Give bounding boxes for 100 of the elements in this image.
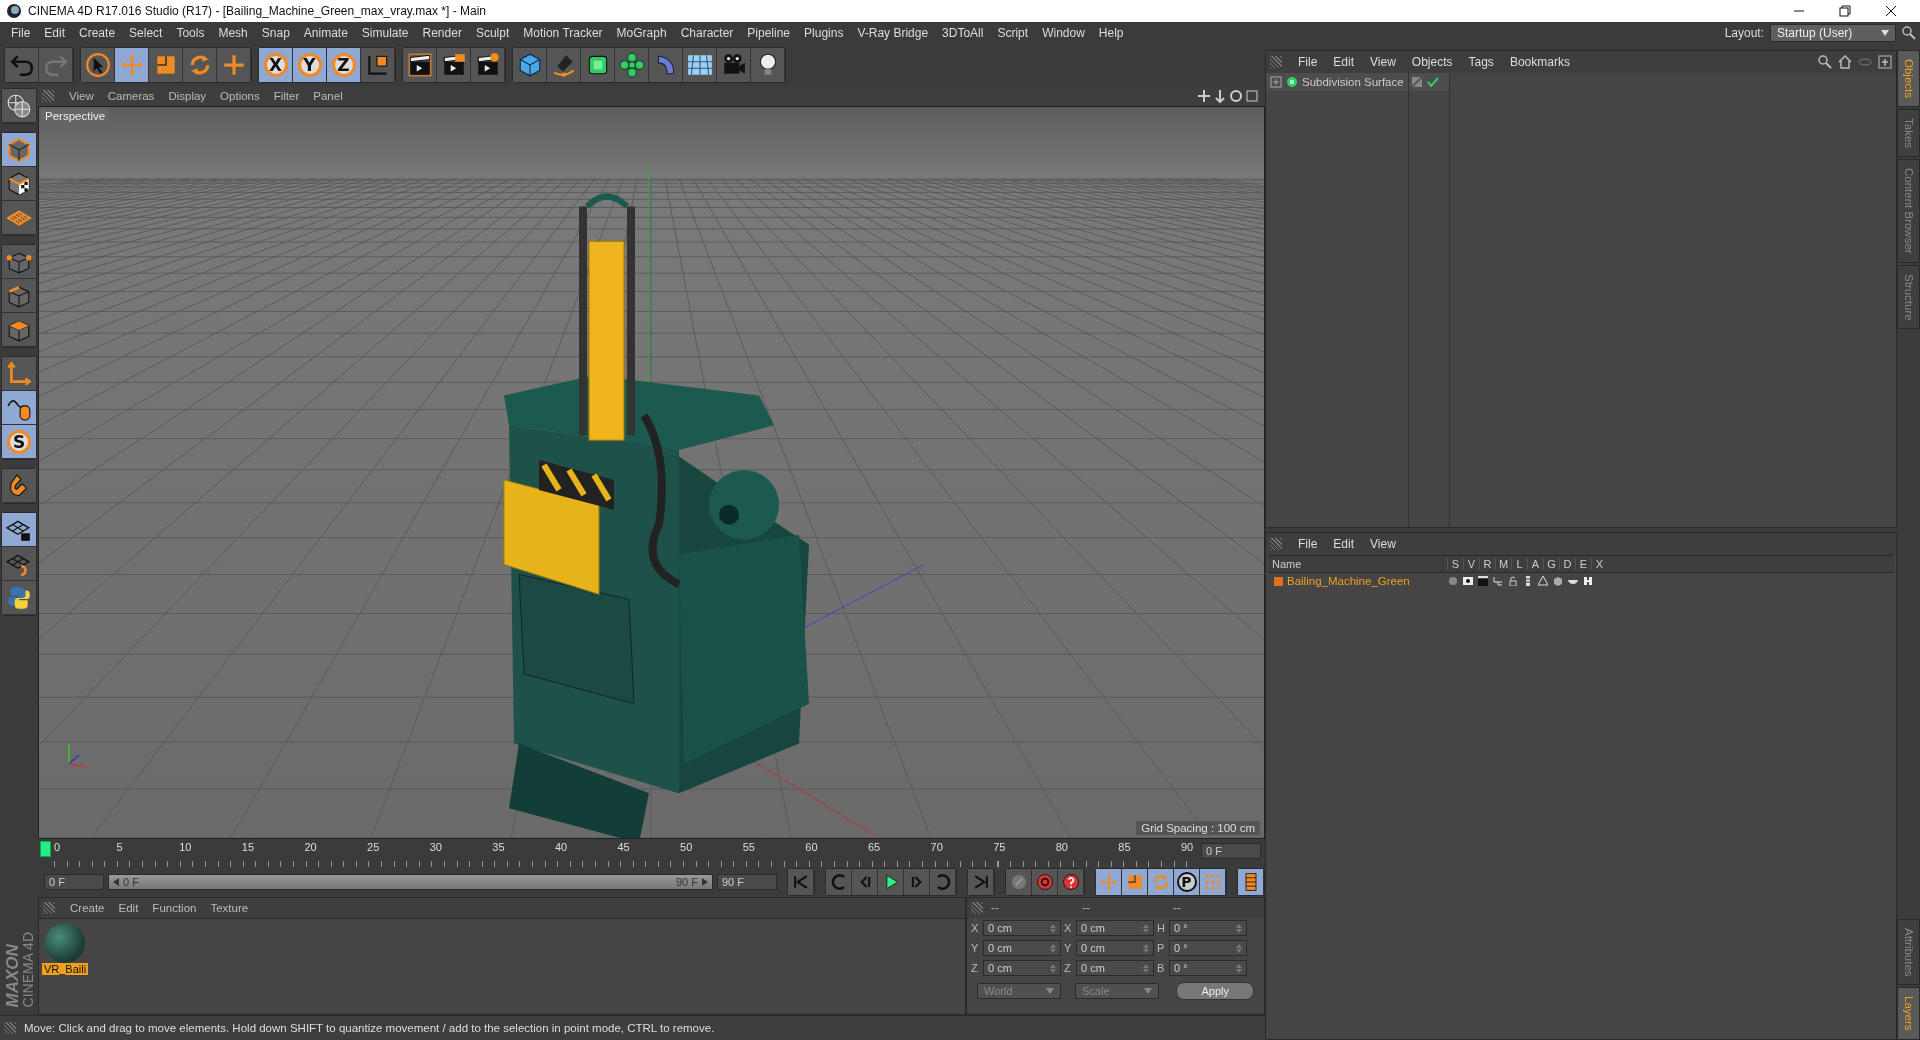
column-header[interactable]: G (1543, 558, 1559, 570)
model-mode-button[interactable] (2, 89, 36, 123)
generator-icon[interactable] (1537, 576, 1548, 586)
menu-item[interactable]: Help (1091, 26, 1131, 40)
auto-key-button[interactable] (1058, 869, 1084, 895)
play-button[interactable] (878, 869, 904, 895)
rotation-field[interactable]: 0 ° (1169, 920, 1247, 936)
maximize-view-icon[interactable] (1245, 89, 1259, 103)
scale-field[interactable]: 0 cm (1076, 940, 1154, 956)
column-header[interactable]: L (1511, 558, 1527, 570)
layers-menu-item[interactable]: File (1290, 537, 1326, 551)
menu-item[interactable]: V-Ray Bridge (850, 26, 936, 40)
rotation-field[interactable]: 0 ° (1169, 960, 1247, 976)
rotation-field[interactable]: 0 ° (1169, 940, 1247, 956)
edges-mode-button[interactable] (2, 279, 36, 313)
menu-item[interactable]: Edit (37, 26, 73, 40)
material-menu-item[interactable]: Edit (111, 902, 146, 914)
column-header[interactable]: V (1463, 558, 1479, 570)
move-view-icon[interactable] (1197, 89, 1211, 103)
menu-item[interactable]: Sculpt (468, 26, 517, 40)
viewport-menu-item[interactable]: View (62, 90, 101, 102)
panel-grip-icon[interactable] (42, 90, 54, 102)
layer-name[interactable]: Bailing_Machine_Green (1287, 575, 1410, 587)
texture-mode-button[interactable] (2, 167, 36, 201)
scale-field[interactable]: 0 cm (1076, 960, 1154, 976)
end-frame-field[interactable]: 90 F (717, 874, 777, 890)
timeline-button[interactable] (1238, 869, 1264, 895)
objects-menu-item[interactable]: Objects (1403, 55, 1461, 69)
tweak-mode-button[interactable] (2, 391, 36, 425)
render-view-button[interactable] (403, 48, 437, 82)
render-picture-button[interactable] (437, 48, 471, 82)
points-mode-button[interactable] (2, 245, 36, 279)
objects-menu-item[interactable]: File (1290, 55, 1326, 69)
menu-item[interactable]: Mesh (211, 26, 255, 40)
light-button[interactable] (751, 48, 785, 82)
menu-item[interactable]: Motion Tracker (516, 26, 610, 40)
checkmark-icon[interactable] (1427, 76, 1439, 88)
panel-grip-icon[interactable] (1270, 538, 1282, 550)
workplane-align-button[interactable] (2, 547, 36, 581)
column-header[interactable]: Name (1268, 558, 1447, 570)
objects-menu-item[interactable]: Tags (1460, 55, 1502, 69)
objects-menu-item[interactable]: Edit (1325, 55, 1363, 69)
parameter-key-button[interactable]: P (1174, 869, 1200, 895)
column-header[interactable]: E (1575, 558, 1591, 570)
axis-lock-button[interactable]: X (259, 48, 293, 82)
cube-button[interactable] (513, 48, 547, 82)
menu-item[interactable]: Select (122, 26, 170, 40)
keyframe-button[interactable] (1006, 869, 1032, 895)
deformer-button[interactable] (649, 48, 683, 82)
floor-button[interactable] (683, 48, 717, 82)
panel-grip-icon[interactable] (971, 902, 983, 914)
menu-item[interactable]: Window (1035, 26, 1092, 40)
axis-lock-button[interactable]: Y (293, 48, 327, 82)
frame-range-slider[interactable]: 0 F 90 F (108, 874, 713, 890)
menu-item[interactable]: Animate (296, 26, 355, 40)
menu-item[interactable]: Simulate (354, 26, 416, 40)
objects-menu-item[interactable]: Bookmarks (1501, 55, 1578, 69)
panel-grip-icon[interactable] (4, 1022, 16, 1034)
axis-mode-button[interactable] (2, 357, 36, 391)
first-frame-button[interactable] (788, 869, 814, 895)
menu-item[interactable]: File (4, 26, 38, 40)
last-frame-button[interactable] (968, 869, 994, 895)
material-menu-item[interactable]: Texture (203, 902, 256, 914)
column-header[interactable]: R (1479, 558, 1495, 570)
coordinate-system-button[interactable] (361, 48, 395, 82)
axis-lock-button[interactable]: Z (327, 48, 361, 82)
column-header[interactable]: M (1495, 558, 1511, 570)
object-mode-button[interactable] (2, 133, 36, 167)
workplane-lock-button[interactable] (2, 513, 36, 547)
hierarchy-icon[interactable] (1492, 576, 1503, 586)
scale-field[interactable]: 0 cm (1076, 920, 1154, 936)
python-button[interactable] (2, 581, 36, 615)
position-field[interactable]: 0 cm (983, 960, 1061, 976)
rotate-tool-button[interactable] (1148, 869, 1174, 895)
eye-icon[interactable] (1462, 576, 1473, 586)
position-field[interactable]: 0 cm (983, 940, 1061, 956)
layout-dropdown[interactable]: Startup (User) (1770, 24, 1896, 42)
lock-icon[interactable] (1507, 576, 1518, 586)
apply-button[interactable]: Apply (1176, 982, 1254, 1000)
menu-item[interactable]: Character (673, 26, 741, 40)
layers-menu-item[interactable]: View (1362, 537, 1404, 551)
viewport-menu-item[interactable]: Panel (306, 90, 350, 102)
objects-menu-item[interactable]: View (1362, 55, 1404, 69)
menu-item[interactable]: Create (72, 26, 123, 40)
left-arrow-icon[interactable] (113, 878, 119, 886)
move-tool-button[interactable] (1096, 869, 1122, 895)
layers-menu-item[interactable]: Edit (1325, 537, 1363, 551)
scale-tool-button[interactable] (1122, 869, 1148, 895)
menu-item[interactable]: Render (415, 26, 469, 40)
solo-dot-icon[interactable] (1447, 576, 1458, 586)
subdivision-surface-button[interactable] (581, 48, 615, 82)
current-frame-field[interactable]: 0 F (1201, 843, 1261, 859)
expand-icon[interactable] (1270, 76, 1282, 88)
panel-grip-icon[interactable] (43, 902, 55, 914)
redo-button[interactable] (39, 48, 73, 82)
panel-grip-icon[interactable] (1270, 56, 1282, 68)
point-level-button[interactable] (1200, 869, 1226, 895)
menu-item[interactable]: MoGraph (609, 26, 674, 40)
viewport-menu-item[interactable]: Cameras (100, 90, 162, 102)
start-frame-field[interactable]: 0 F (44, 874, 104, 890)
